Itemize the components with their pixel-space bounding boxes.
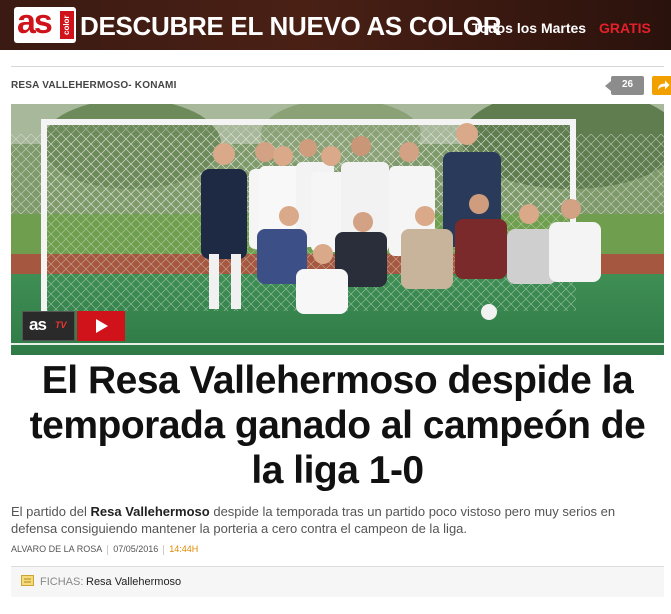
lead-team-link[interactable]: Resa Vallehermoso — [91, 504, 210, 519]
promo-subtitle: Todos los Martes — [472, 20, 587, 36]
logo-color-text: color — [60, 11, 74, 39]
section-label[interactable]: RESA VALLEHERMOSO- KONAMI — [11, 80, 177, 91]
promo-free-label: GRATIS — [599, 20, 651, 36]
byline-divider — [107, 544, 109, 555]
article-byline: ALVARO DE LA ROSA 07/05/2016 14:44h — [11, 544, 198, 555]
promo-title: DESCUBRE EL NUEVO AS COLOR — [80, 11, 502, 41]
publish-time: 14:44h — [169, 544, 199, 554]
logo-as-text: as — [17, 3, 53, 41]
play-video-button[interactable] — [77, 311, 125, 341]
as-color-logo: as color — [14, 3, 76, 43]
lead-prefix: El partido del — [11, 504, 91, 519]
article-lead: El partido del Resa Vallehermoso despide… — [11, 503, 664, 537]
byline-divider — [163, 544, 165, 555]
as-tv-logo-tv: TV — [55, 320, 67, 330]
as-tv-logo: as TV — [22, 311, 75, 341]
fichas-bar: FICHAS: Resa Vallehermoso — [11, 566, 664, 597]
comments-button[interactable]: 26 — [605, 76, 644, 95]
promo-banner[interactable]: as color DESCUBRE EL NUEVO AS COLOR Todo… — [0, 0, 671, 50]
comment-count: 26 — [621, 79, 634, 90]
as-tv-logo-as: as — [29, 315, 47, 334]
share-button[interactable] — [652, 76, 671, 95]
share-icon — [658, 80, 670, 90]
fichas-team-link[interactable]: Resa Vallehermoso — [86, 576, 181, 588]
publish-date: 07/05/2016 — [113, 544, 159, 554]
article-tools-bar: RESA VALLEHERMOSO- KONAMI 26 — [11, 66, 671, 105]
fichas-label: FICHAS: — [40, 576, 84, 588]
as-tv-video-badge[interactable]: as TV — [22, 311, 125, 341]
article-headline: El Resa Vallehermoso despide la temporad… — [29, 359, 646, 492]
author-name[interactable]: ALVARO DE LA ROSA — [11, 544, 102, 554]
document-icon — [21, 575, 34, 586]
